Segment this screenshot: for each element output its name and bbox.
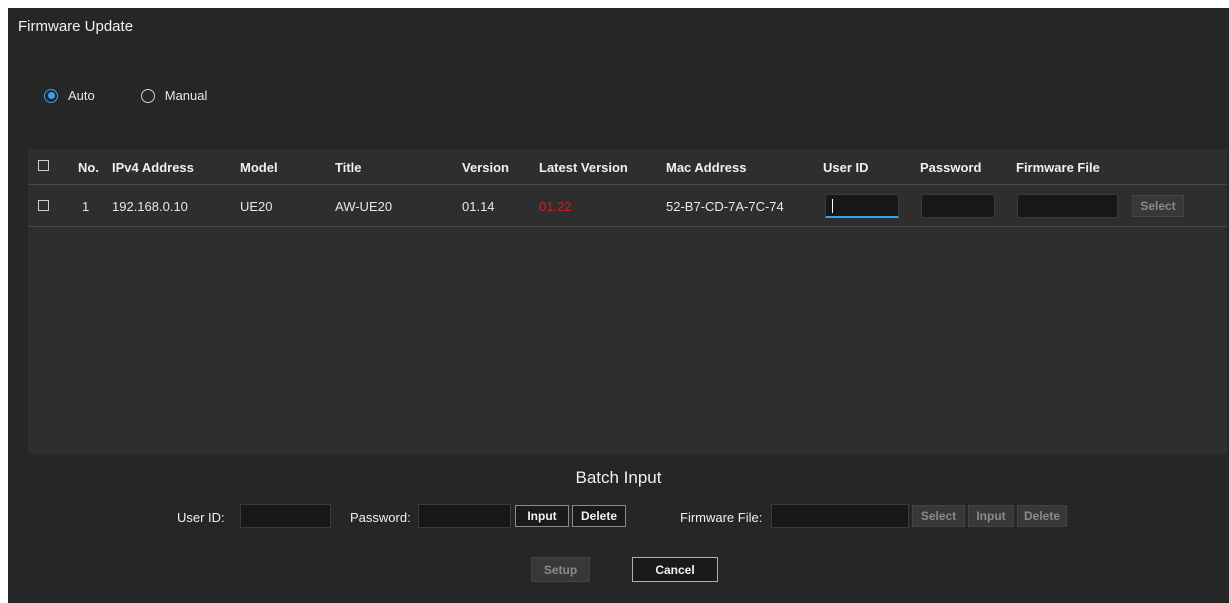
batch-input-button[interactable]: Input (515, 505, 569, 527)
row-userid-input[interactable] (825, 194, 899, 218)
radio-auto[interactable]: Auto (44, 88, 95, 103)
firmware-update-window: Firmware Update Auto Manual No. IPv4 Add… (8, 8, 1229, 603)
row-version: 01.14 (462, 199, 495, 214)
setup-button[interactable]: Setup (531, 557, 590, 582)
row-mac: 52-B7-CD-7A-7C-74 (666, 199, 784, 214)
row-title: AW-UE20 (335, 199, 393, 214)
batch-password-label: Password: (350, 510, 411, 525)
col-model: Model (240, 160, 278, 175)
row-select-button[interactable]: Select (1132, 195, 1184, 217)
row-password-input[interactable] (921, 194, 995, 218)
row-firmware-input[interactable] (1017, 194, 1118, 218)
radio-manual-label: Manual (164, 88, 208, 103)
col-firmware: Firmware File (1016, 160, 1100, 175)
radio-selected-icon (44, 88, 58, 103)
batch-userid-input[interactable] (240, 504, 331, 528)
col-userid: User ID (823, 160, 869, 175)
batch-delete-button[interactable]: Delete (572, 505, 626, 527)
batch-userid-label: User ID: (177, 510, 225, 525)
row-ipv4: 192.168.0.10 (112, 199, 188, 214)
batch-fw-input-button[interactable]: Input (968, 505, 1014, 527)
batch-fw-delete-button[interactable]: Delete (1017, 505, 1067, 527)
col-latest-version: Latest Version (539, 160, 628, 175)
row-model: UE20 (240, 199, 273, 214)
row-checkbox[interactable] (38, 200, 49, 211)
window-title: Firmware Update (18, 18, 134, 35)
radio-auto-label: Auto (68, 88, 95, 103)
col-title: Title (335, 160, 362, 175)
batch-fw-select-button[interactable]: Select (912, 505, 965, 527)
col-ipv4: IPv4 Address (112, 160, 194, 175)
table-row: 1 192.168.0.10 UE20 AW-UE20 01.14 01.22 … (28, 185, 1227, 227)
batch-firmware-label: Firmware File: (680, 510, 763, 525)
update-mode-group: Auto Manual (44, 88, 253, 103)
col-mac: Mac Address (666, 160, 747, 175)
batch-firmware-input[interactable] (771, 504, 909, 528)
col-version: Version (462, 160, 509, 175)
table-header: No. IPv4 Address Model Title Version Lat… (28, 149, 1227, 185)
batch-password-input[interactable] (418, 504, 511, 528)
radio-manual[interactable]: Manual (140, 88, 208, 103)
row-latest-version: 01.22 (539, 199, 572, 214)
select-all-checkbox[interactable] (38, 160, 49, 171)
radio-unselected-icon (140, 88, 155, 103)
text-caret (832, 199, 833, 213)
col-password: Password (920, 160, 982, 175)
cancel-button[interactable]: Cancel (632, 557, 718, 582)
row-no: 1 (82, 199, 90, 214)
batch-input-title: Batch Input (575, 468, 662, 487)
device-table: No. IPv4 Address Model Title Version Lat… (28, 149, 1227, 454)
col-no: No. (78, 160, 99, 175)
